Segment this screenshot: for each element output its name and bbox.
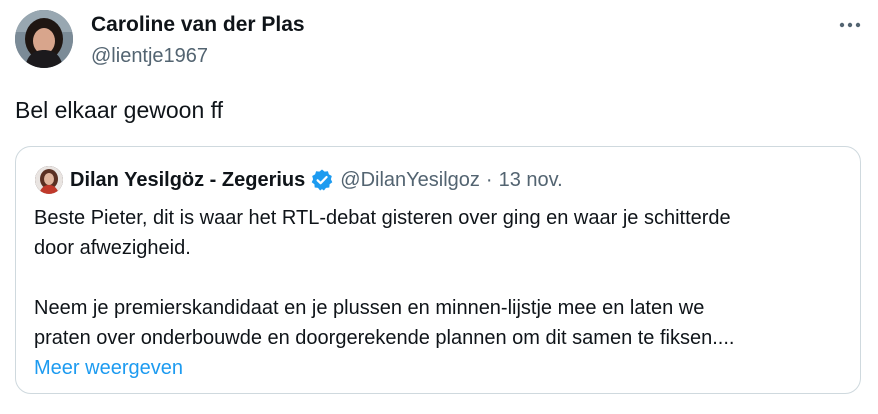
author-name[interactable]: Caroline van der Plas bbox=[91, 12, 305, 38]
quoted-text-line: Neem je premierskandidaat en je plussen … bbox=[34, 297, 705, 319]
quoted-tweet-header: Dilan Yesilgöz - Zegerius @DilanYesilgoz… bbox=[70, 166, 563, 194]
header-separator: · bbox=[485, 168, 493, 191]
quoted-author-avatar[interactable] bbox=[35, 166, 63, 194]
quoted-text-line: praten over onderbouwde en doorgerekende… bbox=[34, 327, 735, 349]
more-horizontal-icon bbox=[839, 22, 861, 28]
author-avatar[interactable] bbox=[15, 10, 73, 68]
tweet: Caroline van der Plas @lientje1967 Bel e… bbox=[0, 0, 878, 414]
tweet-text: Bel elkaar gewoon ff bbox=[15, 97, 223, 123]
quoted-author-name[interactable]: Dilan Yesilgöz - Zegerius bbox=[70, 169, 305, 192]
more-options-button[interactable] bbox=[832, 10, 868, 40]
quoted-tweet-date[interactable]: 13 nov. bbox=[499, 169, 563, 192]
author-handle[interactable]: @lientje1967 bbox=[91, 43, 208, 69]
show-more-link[interactable]: Meer weergeven bbox=[34, 353, 854, 383]
quoted-text-line: door afwezigheid. bbox=[34, 237, 191, 259]
quoted-text-line: Beste Pieter, dit is waar het RTL-debat … bbox=[34, 207, 731, 229]
quoted-author-handle[interactable]: @DilanYesilgoz bbox=[340, 169, 480, 192]
quoted-author-avatar-image bbox=[35, 166, 63, 194]
verified-badge-icon bbox=[311, 169, 333, 191]
quoted-tweet-card[interactable]: Dilan Yesilgöz - Zegerius @DilanYesilgoz… bbox=[15, 146, 861, 394]
author-avatar-image bbox=[15, 10, 73, 68]
quoted-tweet-text: Beste Pieter, dit is waar het RTL-debat … bbox=[34, 203, 854, 383]
